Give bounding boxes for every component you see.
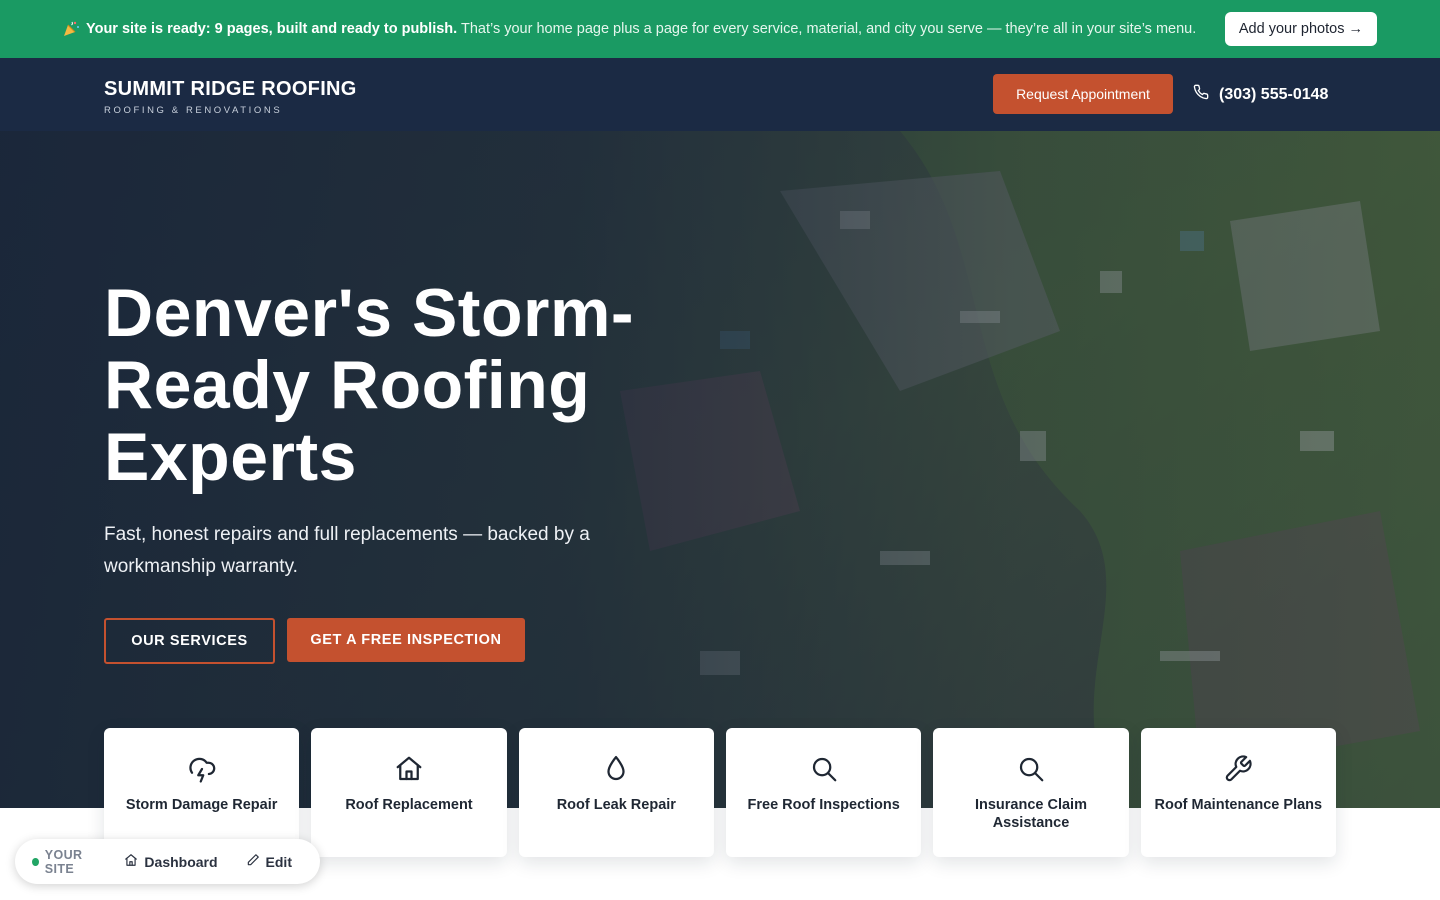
service-card-label: Roof Leak Repair [556,797,676,813]
phone-icon [1193,84,1219,105]
hero-title-line: Ready Roofing [104,347,591,423]
our-services-button[interactable]: OUR SERVICES [104,618,275,664]
service-card-free-roof-inspections[interactable]: Free Roof Inspections [725,728,922,857]
home-icon [124,853,144,870]
service-card-label: Roof Replacement [345,797,473,813]
service-card-label: Roof Maintenance Plans [1154,797,1323,813]
site-toolbar: YOUR SITE Dashboard Edit [15,839,320,884]
hero-subtitle: Fast, honest repairs and full replacemen… [104,524,590,577]
site-header: SUMMIT RIDGE ROOFING ROOFING & RENOVATIO… [0,58,1440,131]
service-card-roof-replacement[interactable]: Roof Replacement [311,728,507,857]
dashboard-link[interactable]: Dashboard [124,853,218,870]
pencil-icon [246,853,266,870]
magnifier-icon [809,754,839,784]
announcement-banner: Your site is ready: 9 pages, built and r… [0,0,1440,58]
dashboard-label: Dashboard [144,853,218,870]
phone-number: (303) 555-0148 [1219,85,1329,103]
logo-subtitle: ROOFING & RENOVATIONS [104,105,283,116]
request-appointment-button[interactable]: Request Appointment [993,74,1173,114]
hero-title-line: Denver's Storm- [104,275,635,351]
status-dot [32,857,39,866]
banner-bold-text: Your site is ready: 9 pages, built and r… [86,21,458,37]
service-card-label: Storm Damage Repair [125,797,278,813]
service-card-label: Free Roof Inspections [747,797,900,813]
banner-message: Your site is ready: 9 pages, built and r… [86,21,1196,37]
logo-title[interactable]: SUMMIT RIDGE ROOFING [104,78,357,101]
water-drop-icon [601,754,631,784]
free-inspection-button[interactable]: GET A FREE INSPECTION [287,618,525,662]
hero-title: Denver's Storm- Ready Roofing Experts [104,277,824,493]
storm-cloud-icon [187,754,217,784]
add-photos-button[interactable]: Add your photos → [1224,12,1377,46]
edit-link[interactable]: Edit [246,853,292,870]
site-status-label: YOUR SITE [44,847,83,876]
service-card-storm-damage-repair[interactable]: Storm Damage Repair [104,728,300,857]
wrench-icon [1223,754,1253,784]
hero-section: Denver's Storm- Ready Roofing Experts Fa… [0,131,1440,808]
phone-link[interactable]: (303) 555-0148 [1193,84,1328,105]
service-cards: Storm Damage Repair Roof Replacement Roo… [104,728,1336,857]
banner-rest-text: That’s your home page plus a page for ev… [460,21,1197,37]
service-card-roof-leak-repair[interactable]: Roof Leak Repair [518,728,714,857]
service-card-label: Insurance Claim Assistance [974,797,1087,831]
house-icon [394,754,424,784]
party-popper-icon [62,20,80,38]
edit-label: Edit [265,853,292,870]
magnifier-icon [1016,754,1046,784]
service-card-insurance-claim-assistance[interactable]: Insurance Claim Assistance [933,728,1129,857]
service-card-roof-maintenance-plans[interactable]: Roof Maintenance Plans [1140,728,1336,857]
hero-title-line: Experts [104,419,357,495]
